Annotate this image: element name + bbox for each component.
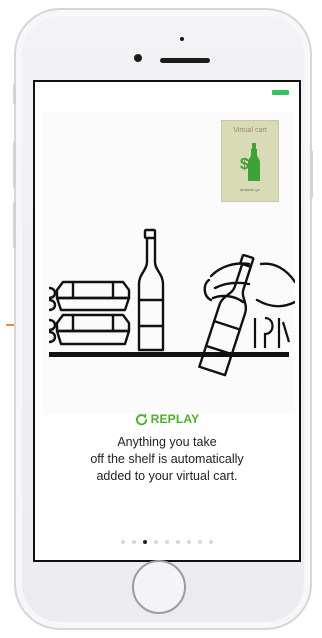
side-button-power (310, 150, 313, 198)
proximity-sensor (180, 37, 184, 41)
screen: Virtual cart $ amazon go REPLAY Anything… (33, 80, 301, 562)
page-dot[interactable] (132, 540, 136, 544)
earpiece-speaker (160, 58, 210, 63)
caption-line-1: Anything you take (117, 435, 217, 449)
side-button-volume-up (13, 142, 16, 188)
battery-icon (272, 90, 289, 95)
background-items-drawing (253, 316, 291, 348)
orange-edge-mark (6, 324, 14, 326)
caption-line-2: off the shelf is automatically (90, 452, 244, 466)
page-dot[interactable] (176, 540, 180, 544)
page-dot[interactable] (209, 540, 213, 544)
replay-label: REPLAY (150, 412, 200, 426)
front-camera (134, 54, 142, 62)
caption-line-3: added to your virtual cart. (96, 469, 238, 483)
standing-bottle-drawing (137, 228, 165, 352)
stage: Virtual cart $ amazon go REPLAY Anything… (0, 0, 322, 638)
shelf-board-drawing (49, 352, 289, 357)
page-dot[interactable] (165, 540, 169, 544)
page-dot[interactable] (198, 540, 202, 544)
replay-icon (135, 413, 147, 426)
ticket-fineprint: amazon go (240, 187, 260, 192)
page-dot[interactable] (187, 540, 191, 544)
virtual-cart-ticket: Virtual cart $ amazon go (221, 120, 279, 202)
tutorial-caption: Anything you take off the shelf is autom… (45, 434, 289, 485)
page-dot[interactable] (121, 540, 125, 544)
page-dot[interactable] (154, 540, 158, 544)
side-button-silent (13, 84, 16, 104)
page-indicator[interactable] (35, 540, 299, 544)
svg-text:$: $ (240, 156, 249, 173)
food-containers-drawing (48, 280, 131, 346)
shelf-illustration: Virtual cart $ amazon go (43, 112, 295, 414)
side-button-volume-down (13, 202, 16, 248)
page-dot-active[interactable] (143, 540, 147, 544)
replay-button[interactable]: REPLAY (35, 412, 299, 426)
home-button[interactable] (132, 560, 186, 614)
